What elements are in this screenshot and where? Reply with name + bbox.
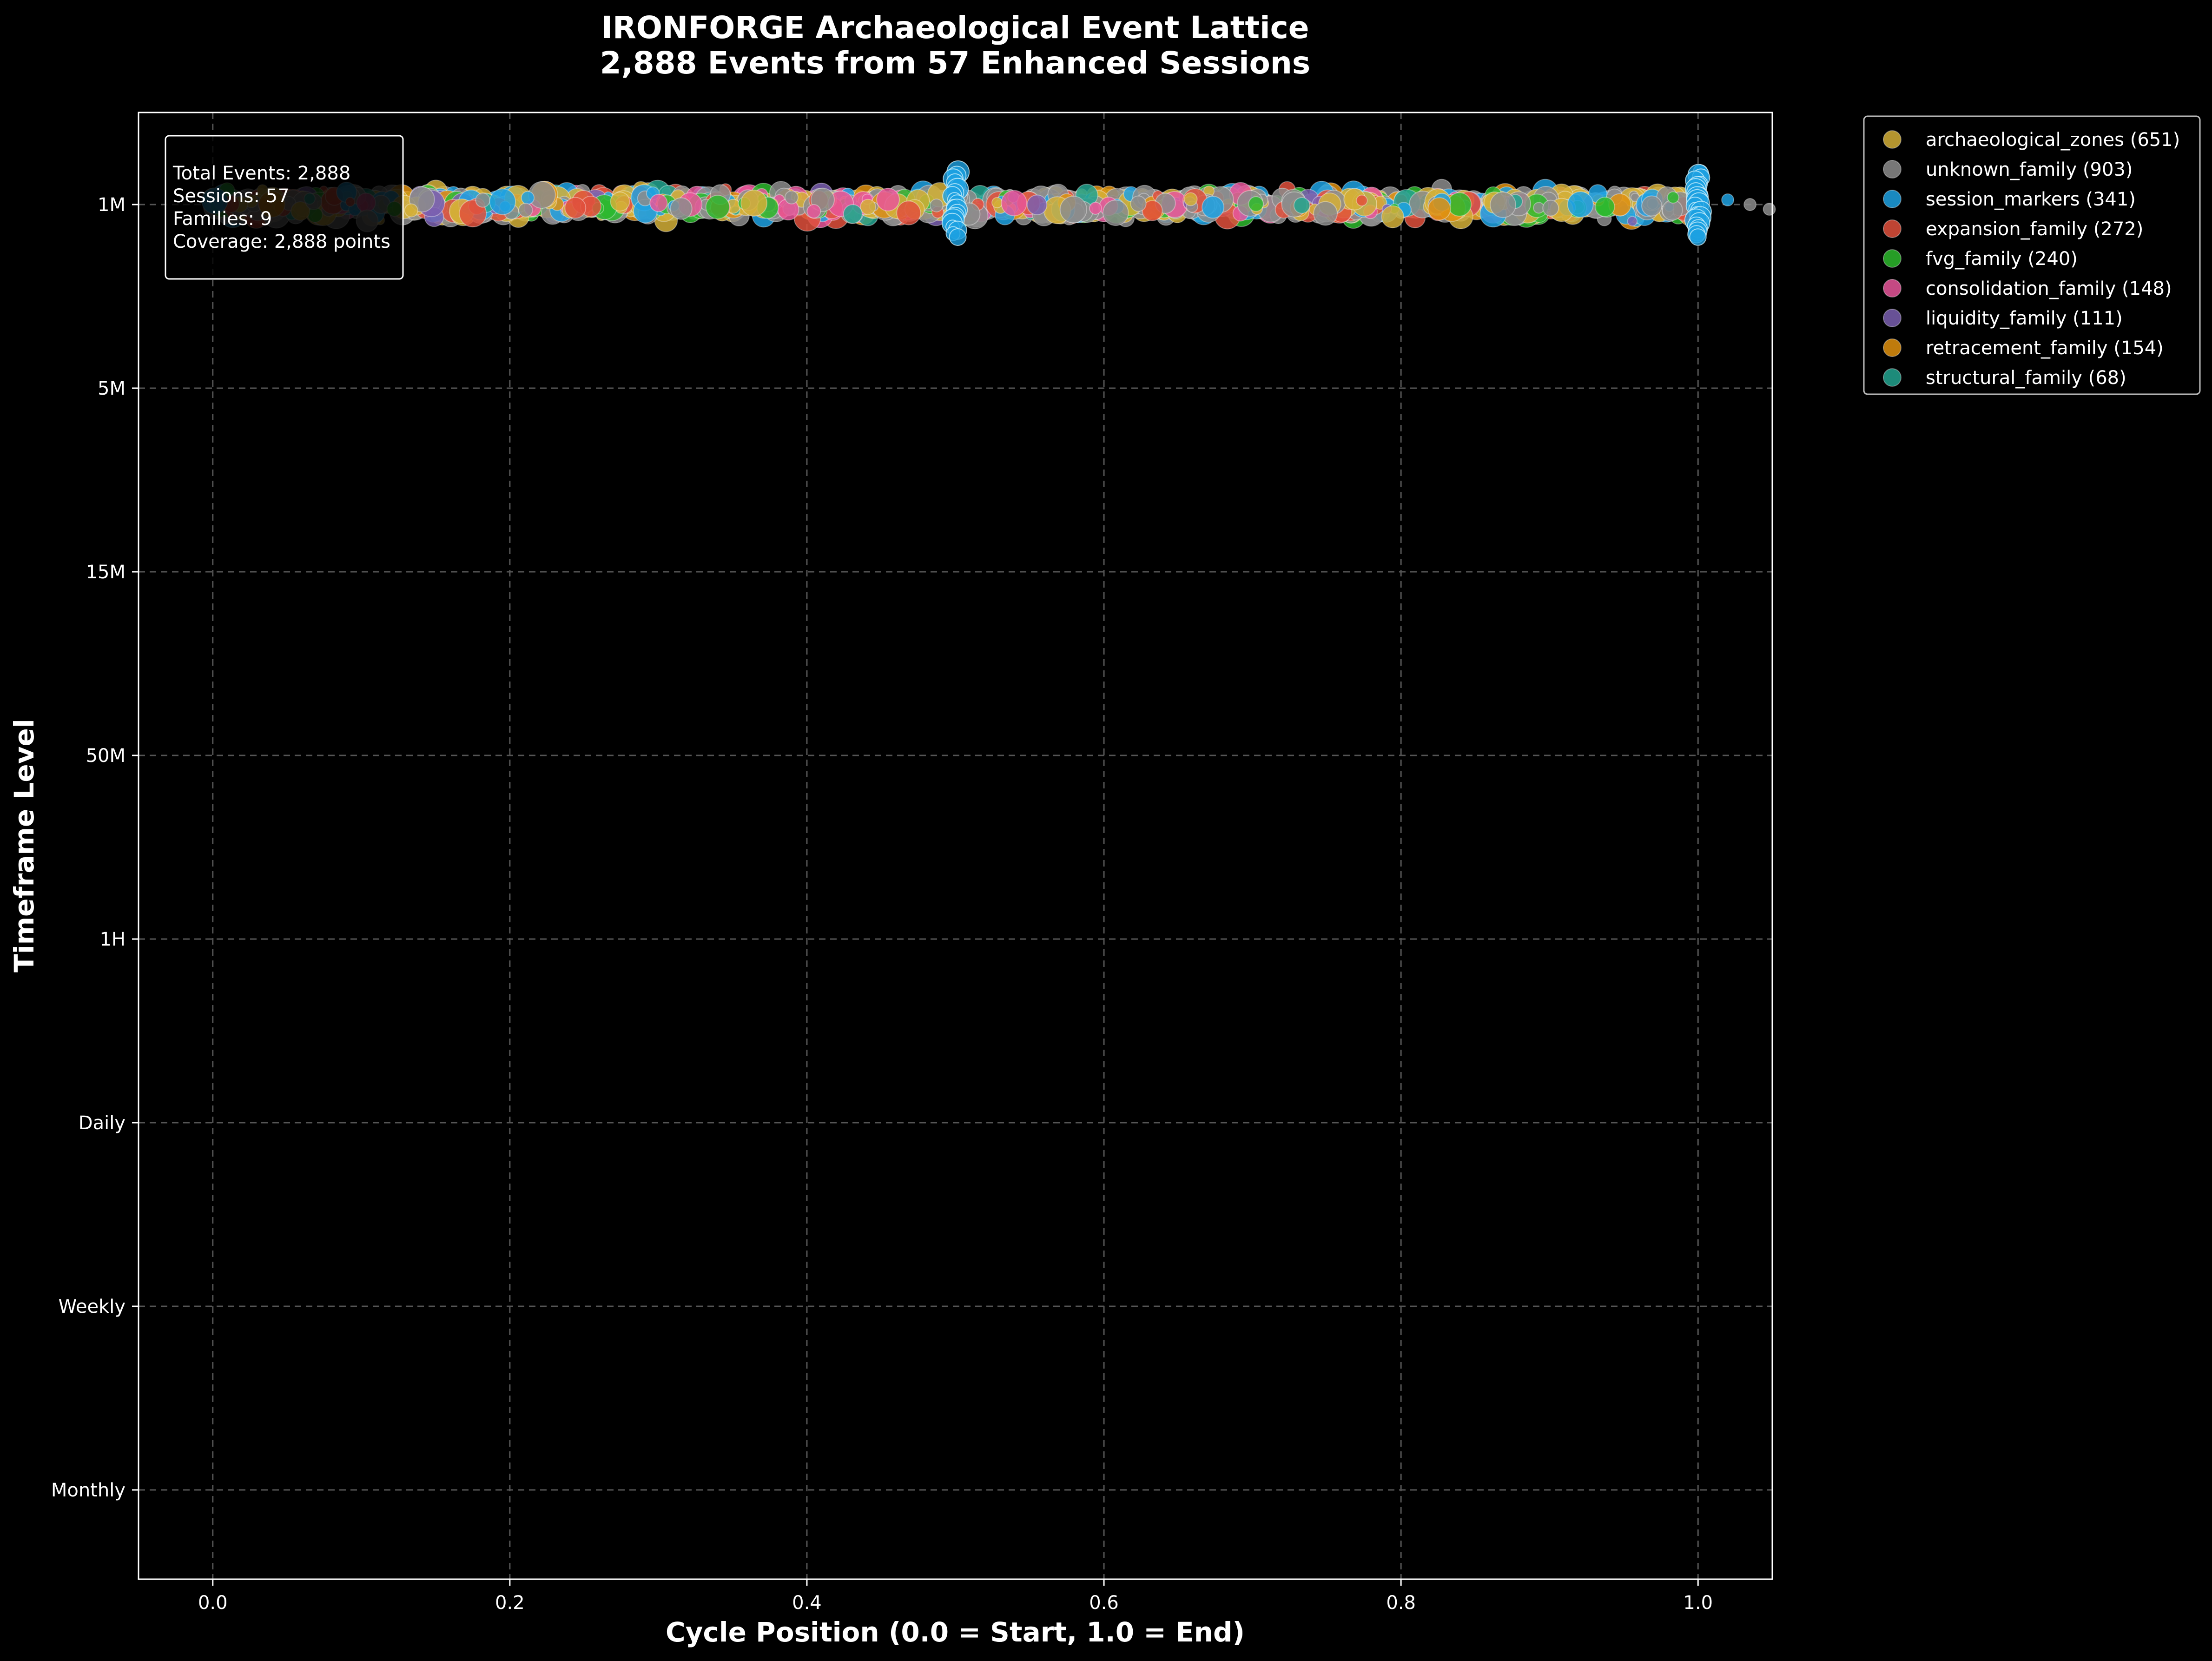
scatter-point bbox=[1689, 228, 1707, 246]
info-line: Total Events: 2,888 bbox=[172, 163, 350, 184]
legend-label: archaeological_zones (651) bbox=[1926, 129, 2180, 151]
scatter-point bbox=[1248, 196, 1264, 212]
y-tick-label: 1H bbox=[99, 929, 125, 950]
x-tick-label: 1.0 bbox=[1683, 1592, 1713, 1614]
y-tick-label: 1M bbox=[98, 194, 125, 216]
legend-label: liquidity_family (111) bbox=[1926, 308, 2123, 329]
info-line: Coverage: 2,888 points bbox=[173, 231, 390, 252]
y-tick-label: 5M bbox=[98, 378, 125, 399]
legend-label: structural_family (68) bbox=[1926, 367, 2126, 389]
legend-label: session_markers (341) bbox=[1926, 189, 2136, 210]
scatter-point bbox=[896, 200, 921, 225]
scatter-point bbox=[1567, 191, 1594, 218]
legend-marker bbox=[1883, 309, 1902, 327]
scatter-point bbox=[991, 197, 1003, 209]
info-line: Families: 9 bbox=[173, 208, 272, 230]
scatter-point bbox=[1313, 201, 1338, 226]
legend-marker bbox=[1883, 279, 1902, 298]
scatter-point bbox=[518, 203, 533, 218]
scatter-point bbox=[670, 197, 693, 220]
scatter-point bbox=[1356, 194, 1368, 206]
legend-marker bbox=[1883, 249, 1902, 268]
scatter-point bbox=[949, 228, 967, 246]
scatter-point bbox=[1627, 216, 1638, 227]
y-tick-label: 15M bbox=[86, 562, 125, 583]
x-axis-label: Cycle Position (0.0 = Start, 1.0 = End) bbox=[666, 1616, 1245, 1648]
scatter-point bbox=[649, 193, 668, 212]
scatter-point bbox=[1427, 197, 1451, 221]
y-tick-label: Monthly bbox=[51, 1480, 125, 1501]
scatter-point bbox=[1763, 203, 1776, 216]
info-box-frame bbox=[165, 135, 404, 280]
scatter-point bbox=[1293, 197, 1310, 214]
scatter-point bbox=[564, 197, 587, 219]
legend-marker bbox=[1883, 160, 1902, 179]
scatter-point bbox=[1059, 196, 1087, 224]
scatter-point bbox=[785, 190, 799, 205]
scatter-point bbox=[1103, 199, 1129, 226]
x-tick-label: 0.8 bbox=[1386, 1592, 1416, 1614]
chart: IRONFORGE Archaeological Event Lattice 2… bbox=[0, 0, 2212, 1661]
scatter-point bbox=[930, 199, 944, 212]
scatter-point bbox=[521, 191, 535, 205]
legend-marker bbox=[1883, 338, 1902, 357]
legend-label: expansion_family (272) bbox=[1926, 218, 2143, 240]
scatter-point bbox=[1490, 192, 1517, 218]
scatter-point bbox=[1130, 195, 1147, 212]
scatter-point bbox=[1183, 192, 1198, 206]
scatter-point bbox=[1542, 199, 1559, 217]
scatter-point bbox=[705, 195, 730, 219]
chart-title: IRONFORGE Archaeological Event Lattice bbox=[601, 10, 1309, 46]
scatter-point bbox=[489, 188, 516, 215]
info-line: Sessions: 57 bbox=[173, 185, 290, 207]
scatter-point bbox=[1001, 190, 1027, 217]
scatter-point bbox=[475, 192, 490, 208]
scatter-point bbox=[1641, 195, 1663, 217]
legend-label: fvg_family (240) bbox=[1926, 248, 2078, 270]
legend: archaeological_zones (651) unknown_family… bbox=[1863, 115, 2201, 395]
x-tick-label: 0.0 bbox=[198, 1592, 228, 1614]
scatter-point bbox=[740, 189, 768, 217]
y-tick-label: 50M bbox=[86, 745, 125, 767]
scatter-point bbox=[1667, 191, 1679, 204]
legend-label: consolidation_family (148) bbox=[1926, 278, 2172, 299]
scatter-point bbox=[1089, 202, 1102, 215]
x-tick-label: 0.4 bbox=[792, 1592, 822, 1614]
scatter-point bbox=[610, 192, 630, 212]
scatter-point bbox=[1381, 205, 1405, 229]
scatter-point bbox=[843, 204, 863, 224]
legend-marker bbox=[1883, 368, 1902, 387]
y-tick-label: Daily bbox=[79, 1112, 125, 1134]
info-box: Total Events: 2,888 Sessions: 57 Familie… bbox=[165, 135, 404, 280]
x-tick-label: 0.6 bbox=[1089, 1592, 1119, 1614]
scatter-point bbox=[1202, 196, 1225, 219]
scatter-point bbox=[1447, 192, 1472, 217]
legend-marker bbox=[1883, 190, 1902, 208]
x-tick-label: 0.2 bbox=[495, 1592, 525, 1614]
scatter-point bbox=[1743, 198, 1757, 211]
scatter-point bbox=[1595, 197, 1615, 217]
scatter-point bbox=[1026, 194, 1048, 215]
legend-marker bbox=[1883, 219, 1902, 238]
y-axis-label: Timeframe Level bbox=[8, 719, 40, 972]
scatter-point bbox=[876, 187, 900, 212]
legend-label: retracement_family (154) bbox=[1926, 337, 2164, 359]
legend-label: unknown_family (903) bbox=[1926, 159, 2133, 180]
chart-subtitle: 2,888 Events from 57 Enhanced Sessions bbox=[600, 45, 1310, 81]
y-tick-label: Weekly bbox=[59, 1296, 125, 1317]
scatter-point bbox=[860, 199, 876, 215]
scatter-point bbox=[806, 204, 821, 218]
scatter-point bbox=[1721, 193, 1735, 206]
scatter-point bbox=[404, 203, 418, 218]
legend-marker bbox=[1883, 130, 1902, 149]
